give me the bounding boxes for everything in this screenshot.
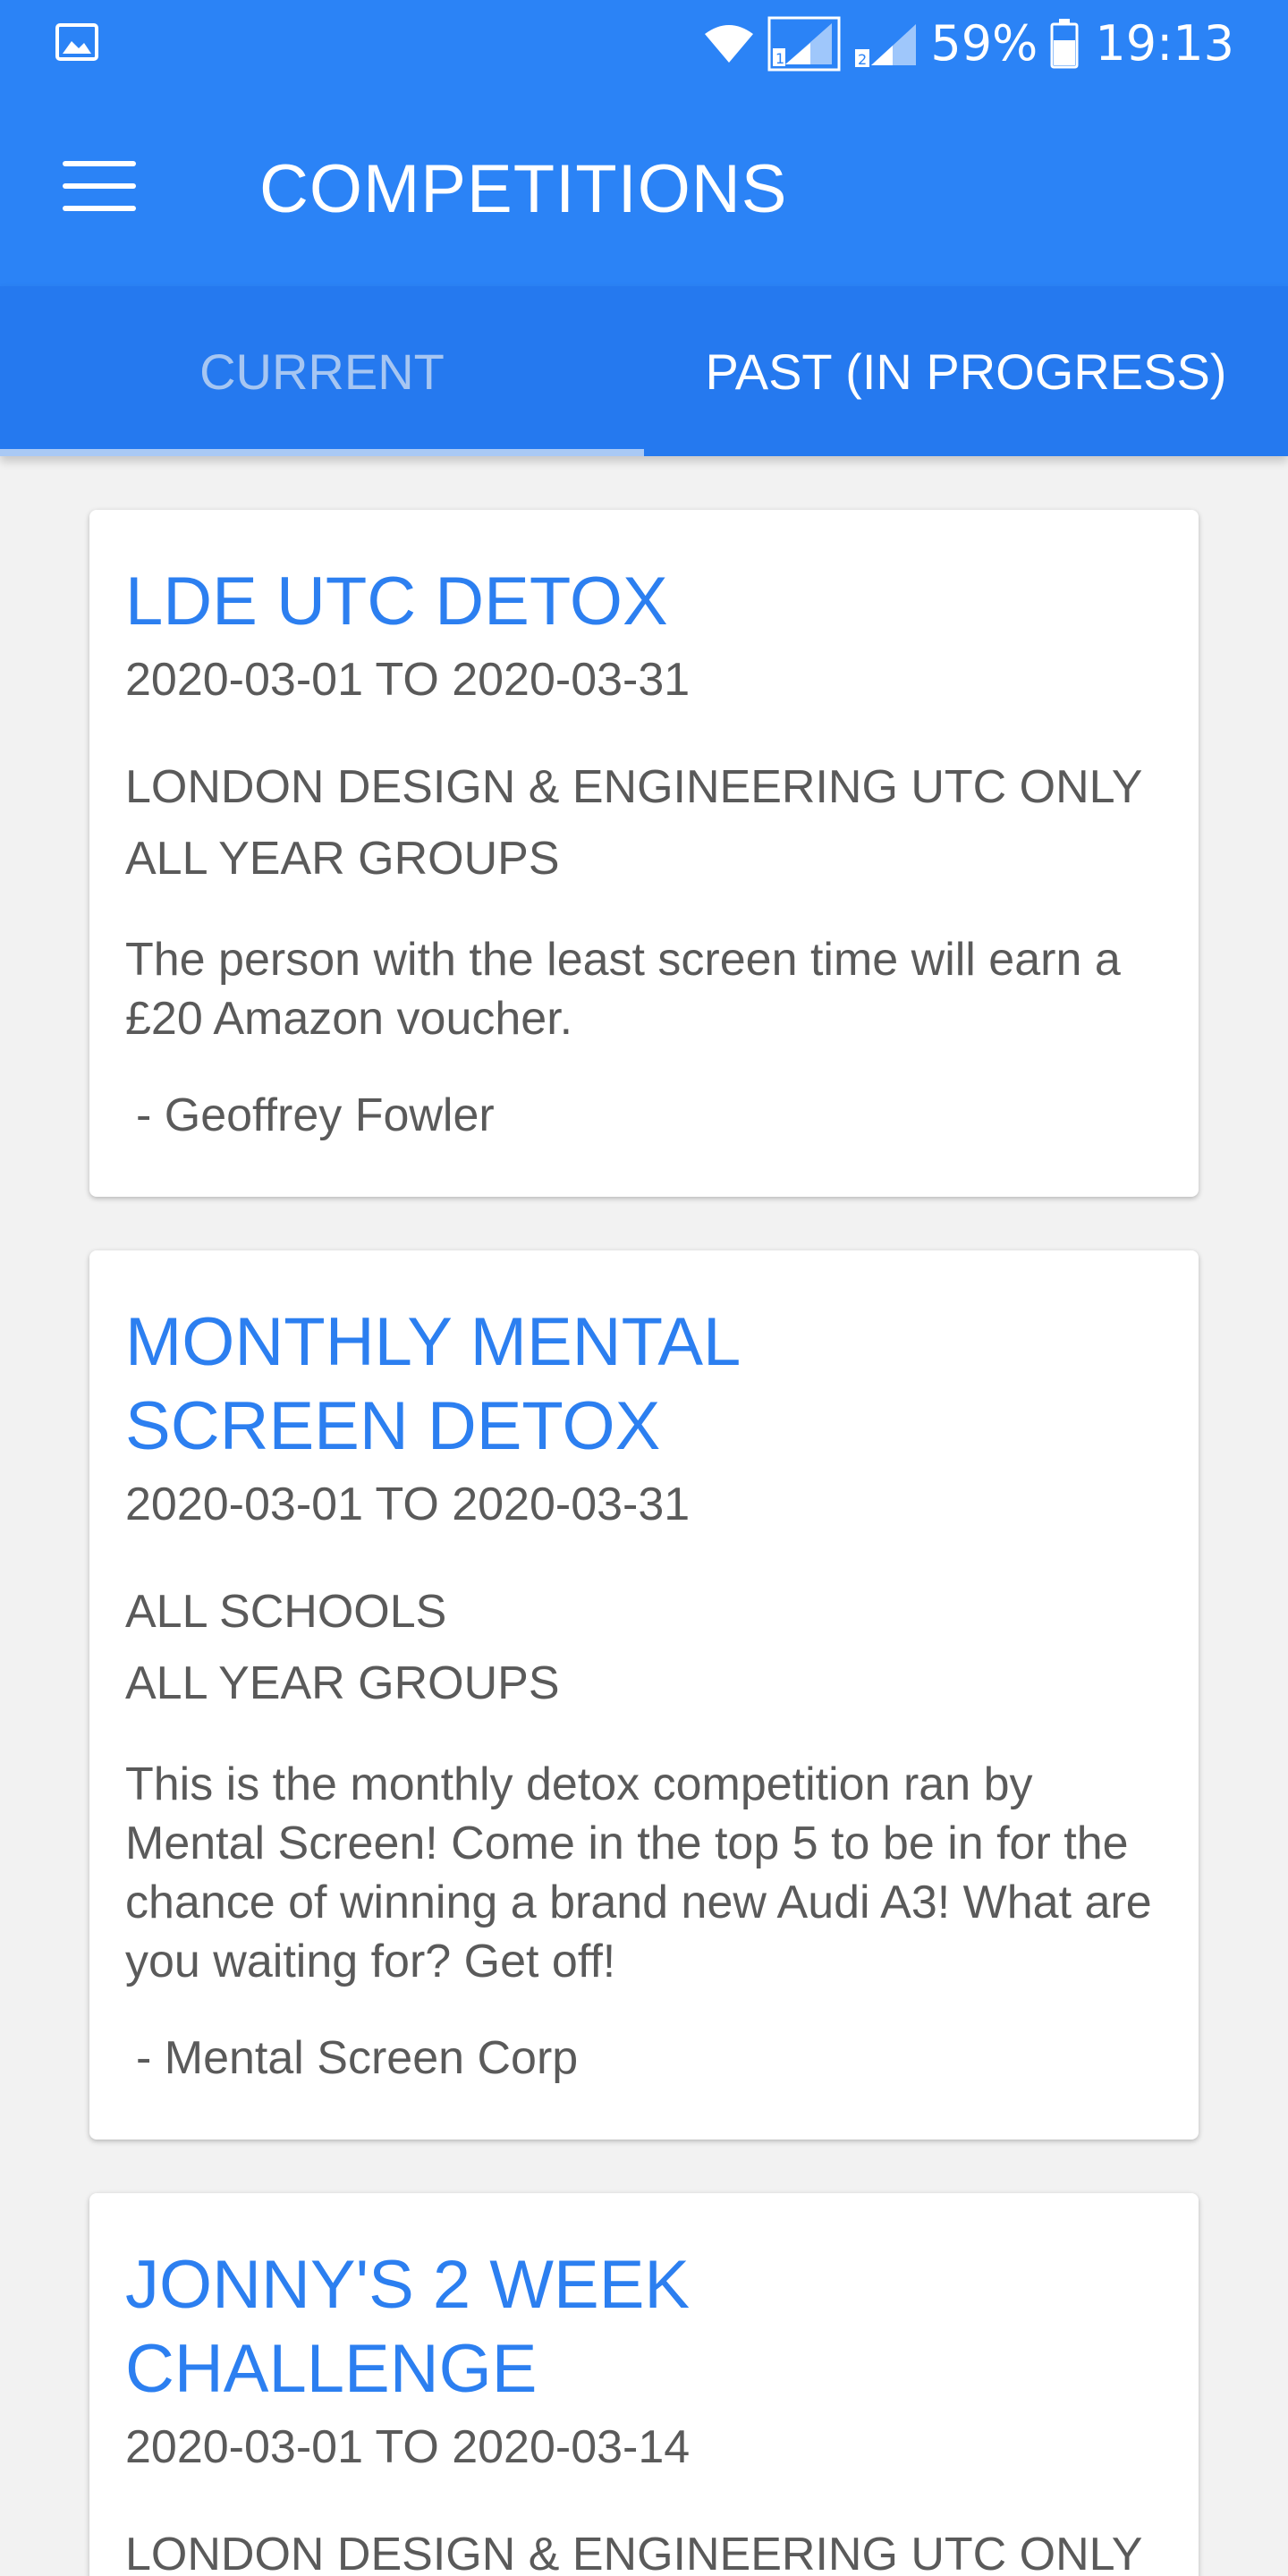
screen: 1 2 59% 19:13 COMPETITIONS CURRENT PAST …: [0, 0, 1288, 2576]
tab-past-label: PAST (IN PROGRESS): [705, 343, 1227, 400]
page-title: COMPETITIONS: [259, 151, 788, 227]
tab-current-label: CURRENT: [199, 343, 445, 400]
competition-author: - Geoffrey Fowler: [136, 1089, 495, 1141]
competition-dates: 2020-03-01 TO 2020-03-31: [125, 1479, 691, 1530]
competition-year-groups: ALL YEAR GROUPS: [125, 833, 560, 885]
competition-school: ALL SCHOOLS: [125, 1586, 447, 1638]
battery-percent: 59%: [930, 15, 1038, 72]
competition-year-groups: ALL YEAR GROUPS: [125, 1657, 560, 1709]
signal-sim1-icon: 1: [767, 16, 841, 72]
svg-text:1: 1: [775, 50, 784, 67]
battery-icon: [1050, 19, 1079, 69]
tab-bar: CURRENT PAST (IN PROGRESS): [0, 286, 1288, 456]
competition-dates: 2020-03-01 TO 2020-03-14: [125, 2421, 691, 2473]
competition-author: - Mental Screen Corp: [136, 2032, 579, 2084]
app-bar: COMPETITIONS: [0, 86, 1288, 286]
competition-card[interactable]: MONTHLY MENTAL SCREEN DETOX 2020-03-01 T…: [89, 1250, 1199, 2140]
competition-eligibility: LONDON DESIGN & ENGINEERING UTC ONLY: [125, 2519, 1163, 2576]
competition-school: LONDON DESIGN & ENGINEERING UTC ONLY: [125, 761, 1143, 813]
signal-sim2-icon: 2: [855, 24, 917, 68]
clock: 19:13: [1095, 15, 1234, 72]
competition-list[interactable]: LDE UTC DETOX 2020-03-01 TO 2020-03-31 L…: [89, 510, 1199, 2576]
competition-eligibility: LONDON DESIGN & ENGINEERING UTC ONLY ALL…: [125, 751, 1163, 894]
competition-description: This is the monthly detox competition ra…: [125, 1758, 1152, 1987]
tab-current[interactable]: CURRENT: [0, 286, 644, 456]
competition-eligibility: ALL SCHOOLS ALL YEAR GROUPS: [125, 1576, 1163, 1719]
competition-card[interactable]: LDE UTC DETOX 2020-03-01 TO 2020-03-31 L…: [89, 510, 1199, 1197]
competition-card[interactable]: JONNY'S 2 WEEK CHALLENGE 2020-03-01 TO 2…: [89, 2193, 1199, 2576]
competition-school: LONDON DESIGN & ENGINEERING UTC ONLY: [125, 2529, 1143, 2576]
competition-title: LDE UTC DETOX: [125, 564, 668, 640]
image-icon: [55, 23, 98, 61]
competition-dates: 2020-03-01 TO 2020-03-31: [125, 654, 691, 706]
competition-description: The person with the least screen time wi…: [125, 934, 1121, 1045]
competition-title: JONNY'S 2 WEEK CHALLENGE: [125, 2247, 691, 2407]
competition-title: MONTHLY MENTAL SCREEN DETOX: [125, 1304, 739, 1464]
tab-past-in-progress[interactable]: PAST (IN PROGRESS): [644, 286, 1288, 456]
hamburger-menu-icon[interactable]: [63, 161, 136, 215]
tab-selected-indicator: [0, 449, 644, 456]
status-bar: 1 2 59% 19:13: [0, 0, 1288, 86]
svg-text:2: 2: [858, 51, 867, 68]
wifi-icon: [705, 25, 754, 63]
